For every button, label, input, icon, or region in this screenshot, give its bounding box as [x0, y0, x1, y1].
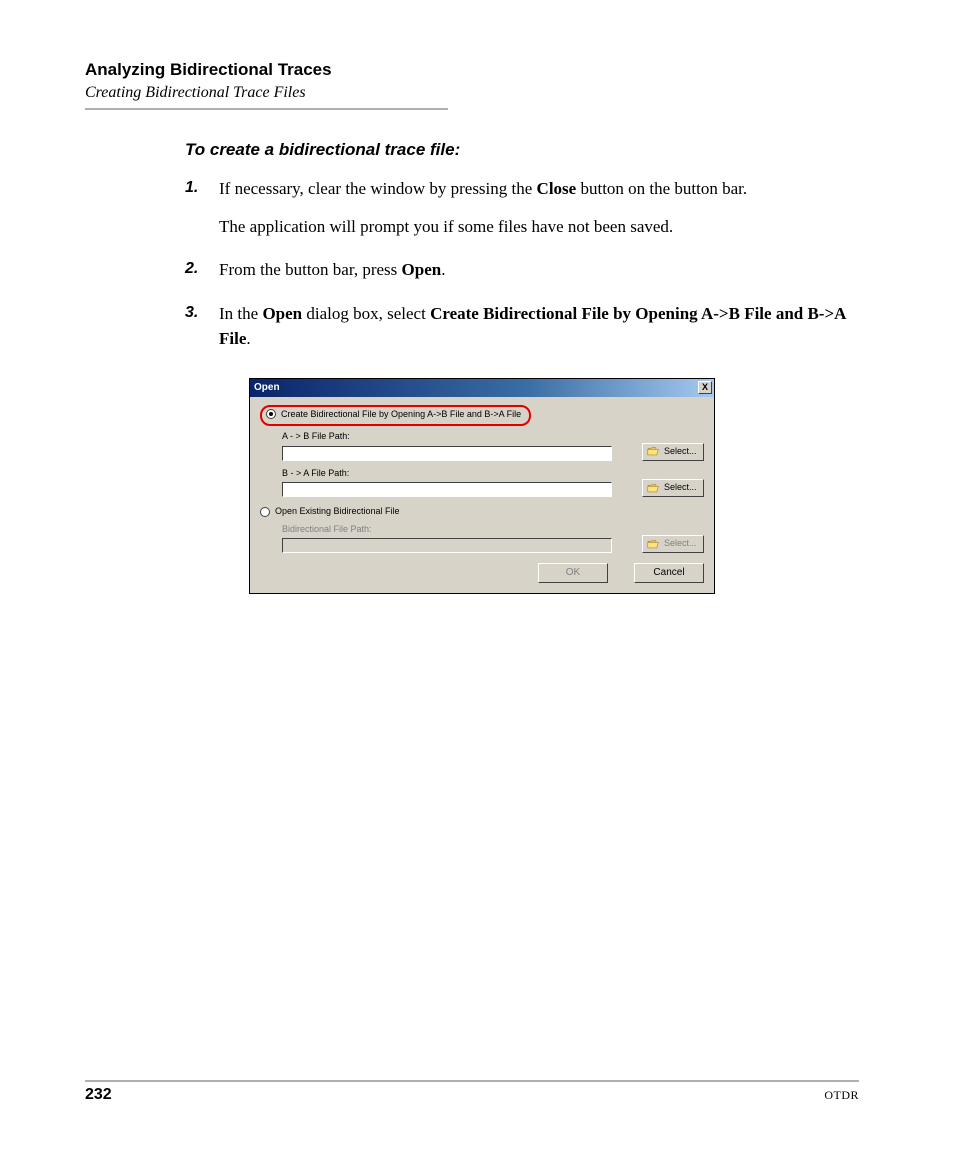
page-number: 232 [85, 1086, 112, 1104]
bold-open-2: Open [262, 304, 302, 323]
select-button-label: Select... [664, 537, 697, 551]
step-1: 1. If necessary, clear the window by pre… [185, 176, 859, 239]
open-dialog: Open X Create Bidirectional File by Open… [249, 378, 715, 595]
step-text: The application will prompt you if some … [219, 214, 859, 240]
step-text: button on the button bar. [576, 179, 747, 198]
ab-select-button[interactable]: Select... [642, 443, 704, 461]
radio-create-bidir[interactable] [266, 409, 276, 419]
close-button[interactable]: X [698, 381, 712, 394]
chapter-title: Analyzing Bidirectional Traces [85, 60, 859, 80]
step-text: If necessary, clear the window by pressi… [219, 179, 537, 198]
radio-open-existing[interactable] [260, 507, 270, 517]
bold-close: Close [537, 179, 577, 198]
step-text: In the [219, 304, 262, 323]
step-text: . [441, 260, 445, 279]
step-text: From the button bar, press [219, 260, 402, 279]
chapter-subtitle: Creating Bidirectional Trace Files [85, 84, 859, 102]
step-2: 2. From the button bar, press Open. [185, 257, 859, 283]
step-number: 3. [185, 301, 198, 325]
radio-open-existing-label: Open Existing Bidirectional File [275, 505, 400, 519]
ok-button: OK [538, 563, 608, 583]
header-rule [85, 108, 448, 110]
section-heading: To create a bidirectional trace file: [185, 140, 859, 160]
ab-path-input[interactable] [282, 446, 612, 461]
step-3: 3. In the Open dialog box, select Create… [185, 301, 859, 595]
footer-rule [85, 1080, 859, 1082]
cancel-button[interactable]: Cancel [634, 563, 704, 583]
page-footer: 232 OTDR [85, 1080, 859, 1104]
dialog-titlebar: Open X [250, 379, 714, 397]
step-number: 1. [185, 176, 198, 200]
bold-open: Open [402, 260, 442, 279]
bidir-path-label: Bidirectional File Path: [282, 523, 620, 537]
ab-path-label: A - > B File Path: [282, 430, 620, 444]
ba-select-button[interactable]: Select... [642, 479, 704, 497]
step-text: dialog box, select [302, 304, 430, 323]
bidir-select-button: Select... [642, 535, 704, 553]
step-number: 2. [185, 257, 198, 281]
callout-circle: Create Bidirectional File by Opening A->… [260, 405, 531, 427]
bidir-path-input [282, 538, 612, 553]
step-text: . [246, 329, 250, 348]
ba-path-label: B - > A File Path: [282, 467, 620, 481]
folder-open-icon [647, 539, 660, 550]
folder-open-icon [647, 483, 660, 494]
ba-path-input[interactable] [282, 482, 612, 497]
dialog-title: Open [254, 380, 280, 395]
steps-list: 1. If necessary, clear the window by pre… [185, 176, 859, 594]
footer-product: OTDR [824, 1088, 859, 1103]
folder-open-icon [647, 446, 660, 457]
radio-create-bidir-label: Create Bidirectional File by Opening A->… [281, 408, 521, 422]
select-button-label: Select... [664, 481, 697, 495]
dialog-body: Create Bidirectional File by Opening A->… [250, 397, 714, 594]
select-button-label: Select... [664, 445, 697, 459]
